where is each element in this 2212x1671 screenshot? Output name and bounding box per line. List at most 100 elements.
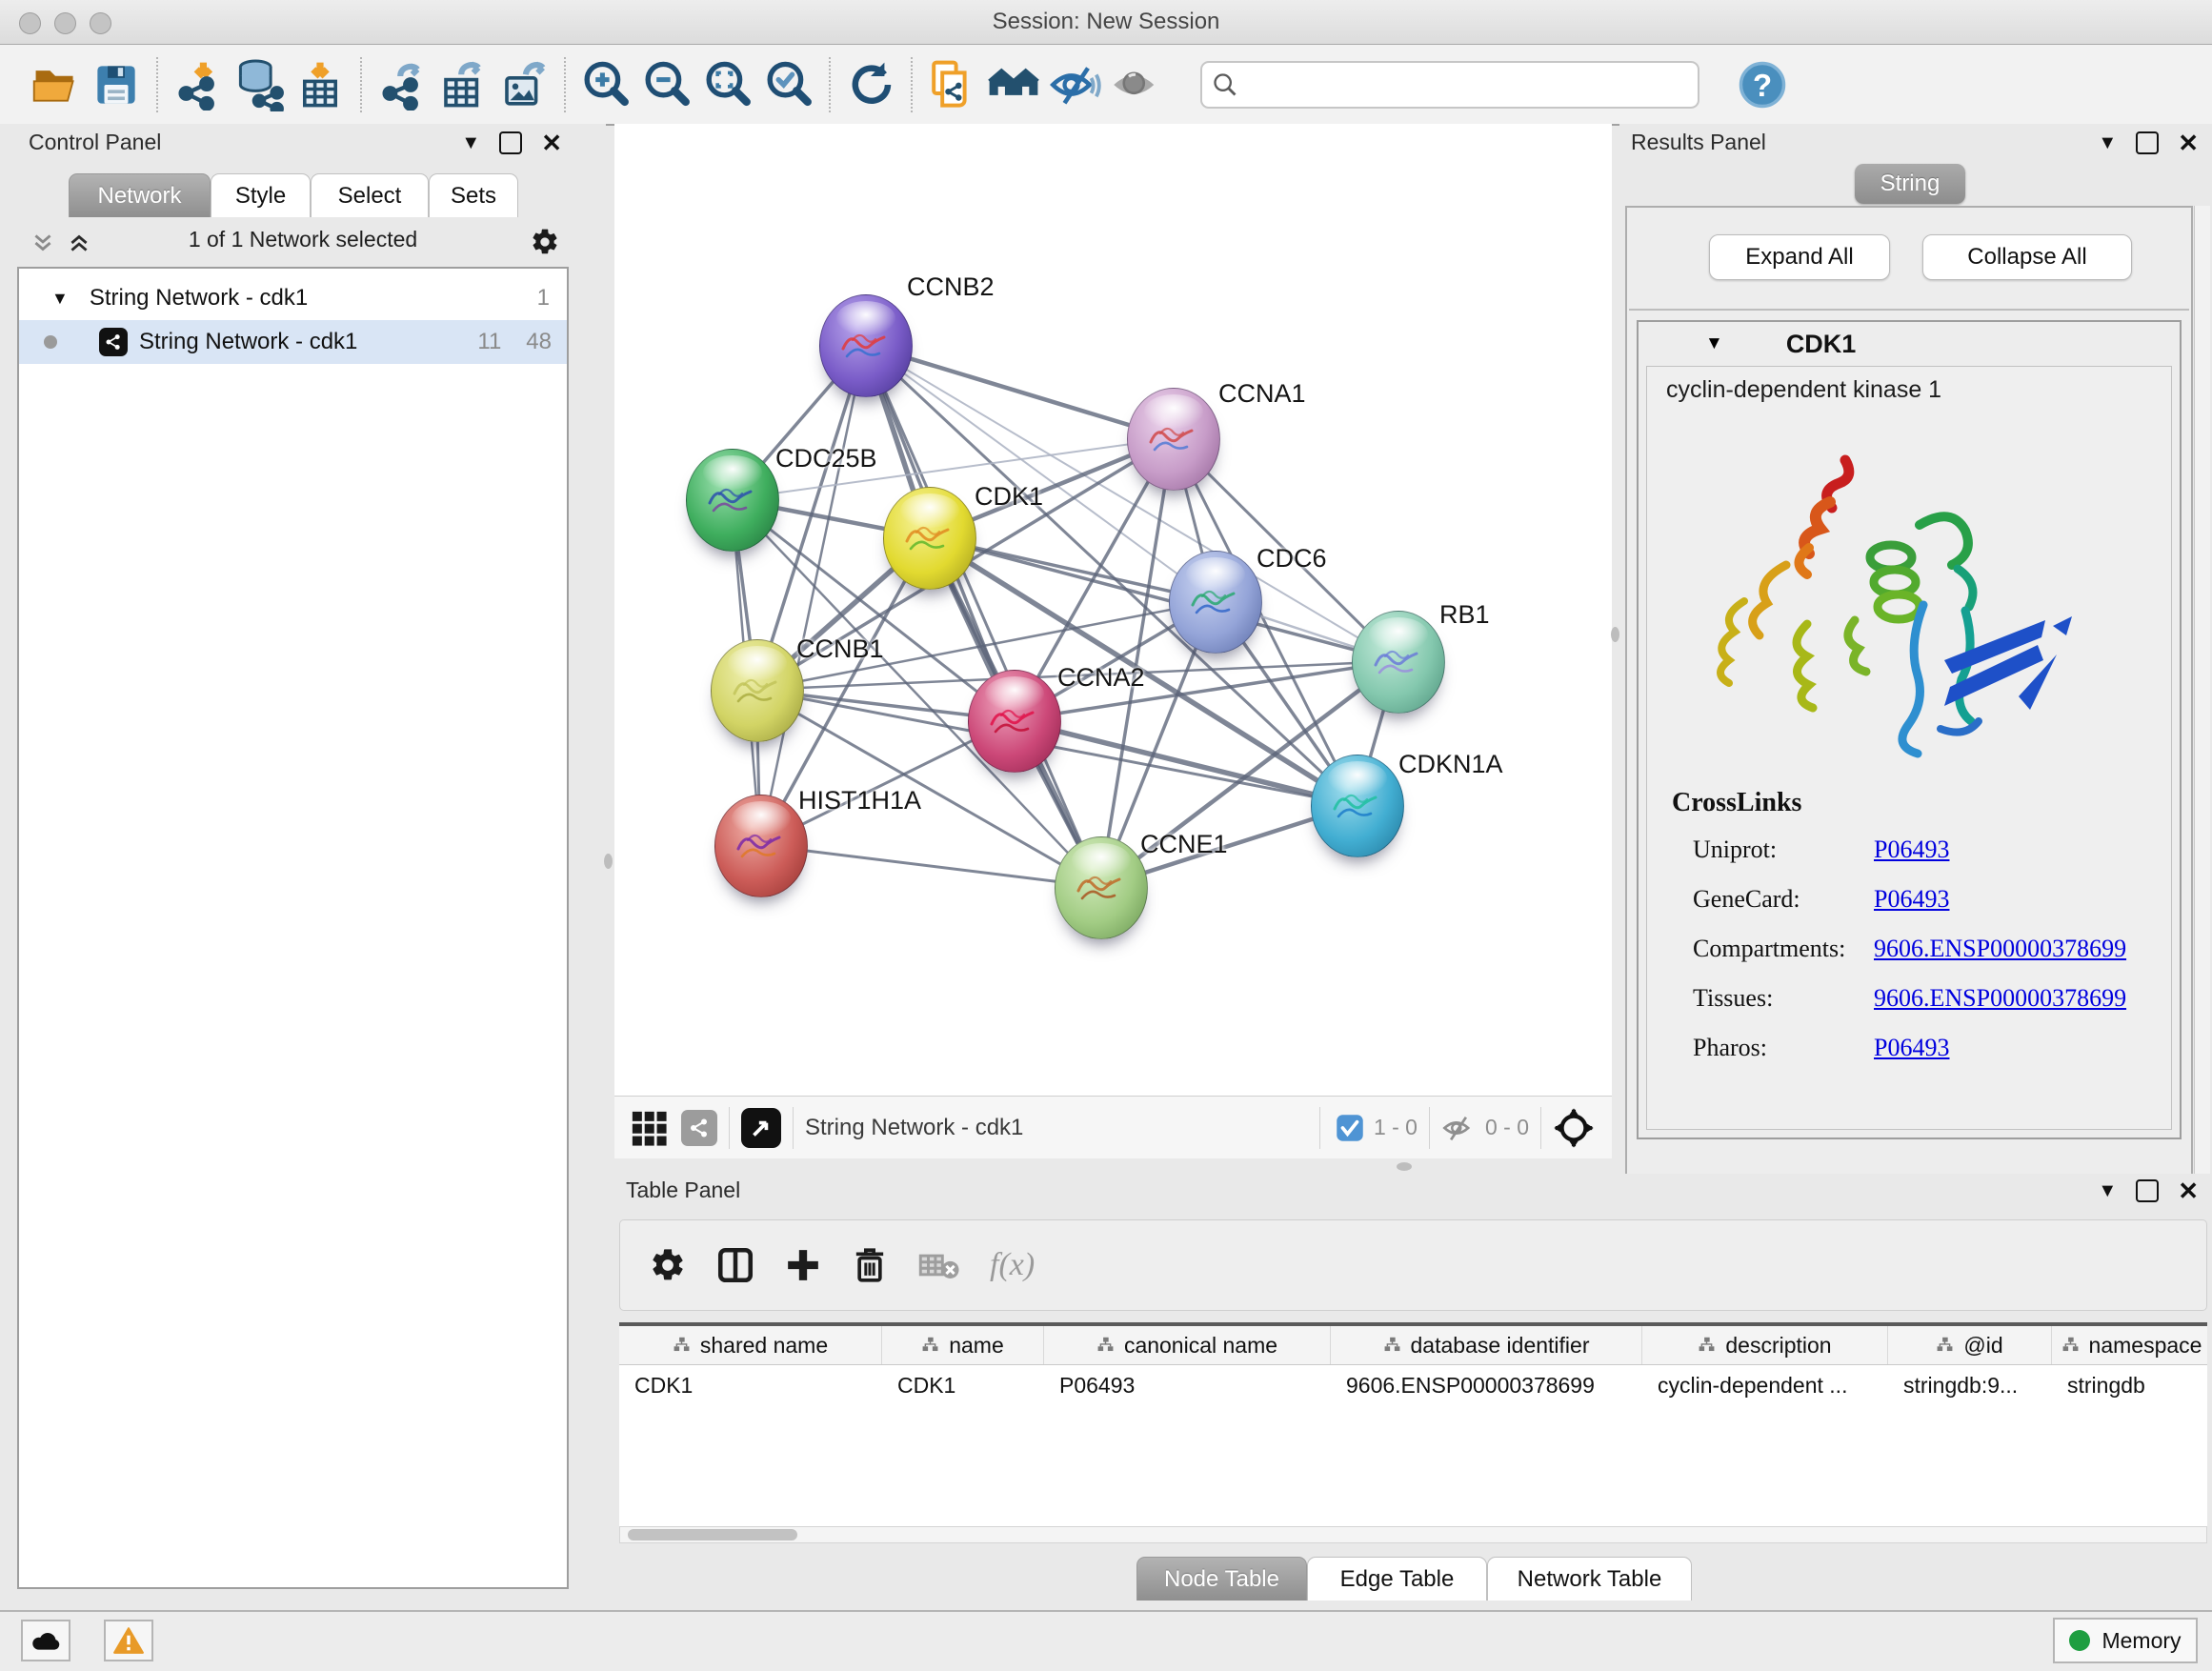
network-node-ccna2[interactable] <box>968 670 1061 773</box>
column-header-sharedname[interactable]: shared name <box>619 1326 882 1364</box>
hide-graphics-button[interactable] <box>1044 54 1105 115</box>
export-network-button[interactable] <box>372 54 432 115</box>
network-label: String Network - cdk1 <box>139 329 357 355</box>
selected-checkbox-icon[interactable] <box>1336 1114 1364 1142</box>
refresh-button[interactable] <box>840 54 901 115</box>
network-node-cdkn1a[interactable] <box>1311 755 1404 857</box>
column-header-name[interactable]: name <box>882 1326 1044 1364</box>
network-row-selected[interactable]: String Network - cdk1 11 48 <box>19 320 567 364</box>
save-session-button[interactable] <box>86 54 147 115</box>
network-node-cdk1[interactable] <box>883 487 976 590</box>
table-settings-button[interactable] <box>649 1246 687 1284</box>
warning-status-button[interactable] <box>104 1620 153 1661</box>
table-cell[interactable]: stringdb <box>2052 1365 2207 1405</box>
network-node-ccnb1[interactable] <box>711 639 804 742</box>
expand-all-button[interactable]: Expand All <box>1709 234 1890 280</box>
show-columns-button[interactable] <box>715 1245 755 1285</box>
splitter-handle[interactable] <box>1397 1162 1412 1171</box>
network-node-rb1[interactable] <box>1352 611 1445 714</box>
collection-expand-icon[interactable]: ▼ <box>51 289 69 309</box>
tab-edge-table[interactable]: Edge Table <box>1307 1557 1487 1601</box>
column-header-description[interactable]: description <box>1642 1326 1888 1364</box>
panel-menu-icon[interactable]: ▼ <box>461 132 480 154</box>
splitter-handle[interactable] <box>1611 627 1619 642</box>
table-row[interactable]: CDK1CDK1P064939606.ENSP00000378699cyclin… <box>619 1365 2207 1405</box>
network-node-ccne1[interactable] <box>1055 836 1148 939</box>
table-cell[interactable]: 9606.ENSP00000378699 <box>1331 1365 1642 1405</box>
network-edge-count: 48 <box>526 329 552 355</box>
gene-collapse-icon[interactable]: ▼ <box>1705 333 1723 354</box>
crosslink-label: Uniprot: <box>1693 836 1874 864</box>
network-node-ccna1[interactable] <box>1127 388 1220 491</box>
table-cell[interactable]: CDK1 <box>882 1365 1044 1405</box>
network-node-cdc25b[interactable] <box>686 449 779 552</box>
open-session-button[interactable] <box>25 54 86 115</box>
tab-network[interactable]: Network <box>69 173 211 217</box>
network-canvas[interactable]: CCNB2CCNA1CDC25BCDK1CDC6RB1CCNB1CCNA2CDK… <box>614 124 1612 1096</box>
node-label-cdc25b: CDC25B <box>775 444 877 473</box>
zoom-selected-button[interactable] <box>758 54 819 115</box>
import-network-database-button[interactable] <box>229 54 290 115</box>
float-panel-icon[interactable] <box>2136 131 2159 154</box>
memory-button[interactable]: Memory <box>2053 1618 2198 1663</box>
detach-view-icon[interactable] <box>741 1108 781 1148</box>
collapse-all-button[interactable]: Collapse All <box>1922 234 2132 280</box>
network-node-hist1h1a[interactable] <box>714 795 808 897</box>
float-panel-icon[interactable] <box>2136 1179 2159 1202</box>
close-panel-icon[interactable]: ✕ <box>2178 1181 2199 1200</box>
add-column-button[interactable] <box>784 1246 822 1284</box>
tab-sets[interactable]: Sets <box>429 173 518 217</box>
crosslink-link[interactable]: P06493 <box>1874 1034 1949 1062</box>
crosslink-link[interactable]: P06493 <box>1874 836 1949 864</box>
results-scrollbar[interactable] <box>2194 206 2210 1246</box>
column-header-databaseidentifier[interactable]: database identifier <box>1331 1326 1642 1364</box>
table-cell[interactable]: cyclin-dependent ... <box>1642 1365 1888 1405</box>
network-node-cdc6[interactable] <box>1169 551 1262 654</box>
search-box[interactable] <box>1200 61 1699 109</box>
export-image-button[interactable] <box>493 54 554 115</box>
close-panel-icon[interactable]: ✕ <box>2178 133 2199 152</box>
network-view-mode-icon[interactable] <box>681 1110 717 1146</box>
import-table-button[interactable] <box>290 54 351 115</box>
import-network-file-button[interactable] <box>168 54 229 115</box>
eye-icon <box>1109 58 1162 111</box>
crosslink-link[interactable]: 9606.ENSP00000378699 <box>1874 935 2126 963</box>
delete-column-button[interactable] <box>851 1246 889 1284</box>
birdseye-button[interactable] <box>983 54 1044 115</box>
show-graphics-button[interactable] <box>1105 54 1166 115</box>
tab-select[interactable]: Select <box>311 173 429 217</box>
export-table-button[interactable] <box>432 54 493 115</box>
close-panel-icon[interactable]: ✕ <box>541 133 562 152</box>
tab-network-table[interactable]: Network Table <box>1487 1557 1692 1601</box>
float-panel-icon[interactable] <box>499 131 522 154</box>
panel-menu-icon[interactable]: ▼ <box>2098 1180 2117 1202</box>
splitter-handle[interactable] <box>604 854 613 869</box>
copy-button[interactable] <box>922 54 983 115</box>
zoom-fit-button[interactable] <box>697 54 758 115</box>
tab-node-table[interactable]: Node Table <box>1136 1557 1307 1601</box>
tab-style[interactable]: Style <box>211 173 311 217</box>
tab-string[interactable]: String <box>1855 164 1965 204</box>
network-node-ccnb2[interactable] <box>819 294 913 397</box>
import-network-icon <box>172 59 224 111</box>
column-header-canonicalname[interactable]: canonical name <box>1044 1326 1331 1364</box>
crosslink-link[interactable]: P06493 <box>1874 885 1949 914</box>
grid-view-icon[interactable] <box>630 1109 668 1147</box>
cloud-status-button[interactable] <box>21 1620 70 1661</box>
zoom-in-button[interactable] <box>575 54 636 115</box>
table-cell[interactable]: CDK1 <box>619 1365 882 1405</box>
table-cell[interactable]: stringdb:9... <box>1888 1365 2052 1405</box>
gear-icon[interactable] <box>530 227 560 257</box>
zoom-out-button[interactable] <box>636 54 697 115</box>
table-cell[interactable]: P06493 <box>1044 1365 1331 1405</box>
panel-menu-icon[interactable]: ▼ <box>2098 132 2117 154</box>
column-header-namespace[interactable]: namespace <box>2052 1326 2207 1364</box>
column-header-id[interactable]: @id <box>1888 1326 2052 1364</box>
table-hscrollbar[interactable] <box>619 1526 2207 1543</box>
search-input[interactable] <box>1238 71 1652 98</box>
network-view[interactable]: CCNB2CCNA1CDC25BCDK1CDC6RB1CCNB1CCNA2CDK… <box>614 124 1612 1158</box>
pan-crosshair-icon[interactable] <box>1553 1107 1595 1149</box>
network-collection-row[interactable]: ▼ String Network - cdk1 1 <box>19 276 567 320</box>
crosslink-link[interactable]: 9606.ENSP00000378699 <box>1874 984 2126 1013</box>
help-button[interactable]: ? <box>1732 54 1793 115</box>
